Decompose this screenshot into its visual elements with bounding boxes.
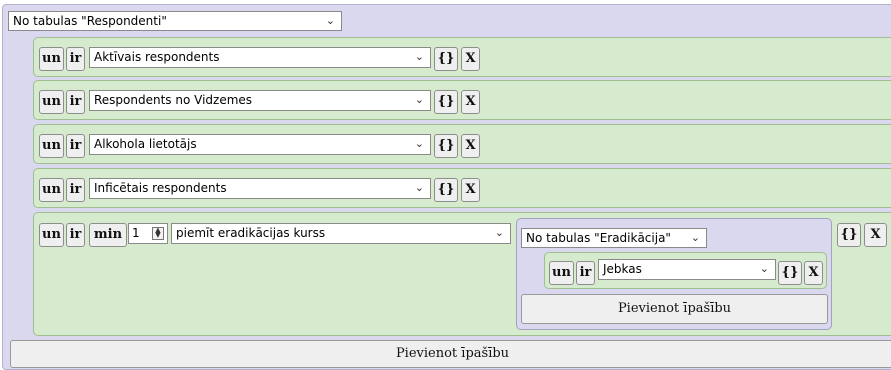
min-count-stepper[interactable]: 1 ▲ ▼ [128,223,168,244]
subquery-table-select[interactable]: No tabulas "Eradikācija" ⌄ [521,228,707,248]
is-button[interactable]: ir [576,261,595,285]
subquery-property-select-value: Jebkas [603,262,642,276]
remove-button[interactable]: X [864,223,887,247]
and-button[interactable]: un [39,90,64,114]
property-select[interactable]: Inficētais respondents ⌄ [89,178,431,199]
subquery-table-select-value: No tabulas "Eradikācija" [526,231,671,245]
remove-button[interactable]: X [461,178,480,202]
relation-select[interactable]: piemīt eradikācijas kurss ⌄ [171,223,511,244]
property-select[interactable]: Alkohola lietotājs ⌄ [89,134,431,155]
min-button[interactable]: min [89,223,127,247]
property-select[interactable]: Aktīvais respondents ⌄ [89,47,431,68]
chevron-down-icon: ⌄ [414,93,424,106]
chevron-down-icon: ⌄ [414,50,424,63]
stepper-arrows-icon[interactable]: ▲ ▼ [152,227,164,240]
subquery-panel: No tabulas "Eradikācija" ⌄ un ir Jebkas … [516,218,832,330]
property-select-value: Inficētais respondents [94,181,227,195]
is-button[interactable]: ir [66,90,85,114]
and-button[interactable]: un [549,261,574,285]
remove-button[interactable]: X [461,90,480,114]
subquery-property-select[interactable]: Jebkas ⌄ [598,259,776,280]
remove-button[interactable]: X [461,47,480,71]
braces-button[interactable]: {} [837,223,861,247]
property-row: un ir Alkohola lietotājs ⌄ {} X [33,124,891,164]
remove-button[interactable]: X [804,261,823,285]
braces-button[interactable]: {} [434,134,458,158]
is-button[interactable]: ir [66,134,85,158]
subquery-property-row: un ir Jebkas ⌄ {} X [544,252,827,289]
chevron-down-icon: ⌄ [325,14,335,27]
min-count-value: 1 [132,226,140,240]
table-select[interactable]: No tabulas "Respondenti" ⌄ [8,11,342,31]
table-select-value: No tabulas "Respondenti" [13,14,167,28]
and-button[interactable]: un [39,134,64,158]
add-property-button[interactable]: Pievienot īpašību [521,294,828,324]
property-row: un ir Aktīvais respondents ⌄ {} X [33,37,891,77]
add-property-button[interactable]: Pievienot īpašību [10,340,891,368]
is-button[interactable]: ir [66,223,85,247]
is-button[interactable]: ir [66,178,85,202]
property-row: un ir Respondents no Vidzemes ⌄ {} X [33,80,891,120]
chevron-down-icon: ⌄ [414,181,424,194]
property-row-complex: un ir min 1 ▲ ▼ piemīt eradikācijas kurss… [33,212,891,336]
property-select-value: Alkohola lietotājs [94,137,197,151]
property-select-value: Respondents no Vidzemes [94,93,253,107]
braces-button[interactable]: {} [778,261,802,285]
property-select[interactable]: Respondents no Vidzemes ⌄ [89,90,431,111]
braces-button[interactable]: {} [434,178,458,202]
and-button[interactable]: un [39,47,64,71]
relation-select-value: piemīt eradikācijas kurss [176,226,326,240]
chevron-down-icon: ⌄ [494,226,504,239]
is-button[interactable]: ir [66,47,85,71]
property-select-value: Aktīvais respondents [94,50,220,64]
property-row: un ir Inficētais respondents ⌄ {} X [33,168,891,208]
braces-button[interactable]: {} [434,90,458,114]
and-button[interactable]: un [39,223,64,247]
and-button[interactable]: un [39,178,64,202]
chevron-down-icon: ⌄ [690,231,700,244]
braces-button[interactable]: {} [434,47,458,71]
chevron-down-icon: ⌄ [759,262,769,275]
remove-button[interactable]: X [461,134,480,158]
chevron-down-icon: ⌄ [414,137,424,150]
